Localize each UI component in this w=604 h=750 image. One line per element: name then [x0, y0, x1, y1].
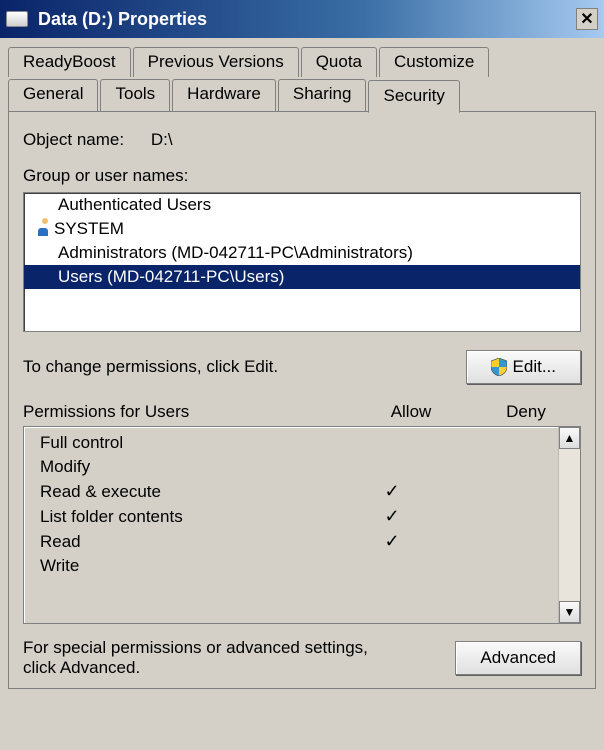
permission-name: Write [40, 556, 332, 576]
tab-quota[interactable]: Quota [301, 47, 377, 77]
permission-row: Full control [24, 431, 558, 455]
permissions-header: Permissions for Users Allow Deny [23, 402, 581, 422]
advanced-button[interactable]: Advanced [455, 641, 581, 675]
list-item[interactable]: Administrators (MD-042711-PC\Administrat… [24, 241, 580, 265]
users-icon [30, 197, 52, 213]
list-item-label: Administrators (MD-042711-PC\Administrat… [58, 243, 413, 263]
permission-row: Modify [24, 455, 558, 479]
group-users-label: Group or user names: [23, 166, 581, 186]
edit-button-label: Edit... [513, 357, 556, 377]
permission-name: Read [40, 532, 332, 552]
shield-icon [491, 358, 507, 376]
object-name-row: Object name: D:\ [23, 130, 581, 150]
tab-previous-versions[interactable]: Previous Versions [133, 47, 299, 77]
tab-tools[interactable]: Tools [100, 79, 170, 112]
list-item-label: SYSTEM [54, 219, 124, 239]
scroll-up-button[interactable]: ▲ [559, 427, 580, 449]
permissions-title: Permissions for Users [23, 402, 351, 422]
list-item-label: Users (MD-042711-PC\Users) [58, 267, 284, 287]
tab-customize[interactable]: Customize [379, 47, 489, 77]
window-title: Data (D:) Properties [38, 9, 207, 30]
permission-name: Modify [40, 457, 332, 477]
list-item-label: Authenticated Users [58, 195, 211, 215]
list-item[interactable]: Users (MD-042711-PC\Users) [24, 265, 580, 289]
titlebar: Data (D:) Properties ✕ [0, 0, 604, 38]
permission-row: Read & execute✓ [24, 479, 558, 504]
list-item[interactable]: SYSTEM [24, 217, 580, 241]
users-icon [30, 269, 52, 285]
permission-row: Read✓ [24, 529, 558, 554]
advanced-note: For special permissions or advanced sett… [23, 638, 403, 678]
tabstrip: ReadyBoostPrevious VersionsQuotaCustomiz… [8, 46, 596, 111]
tab-general[interactable]: General [8, 79, 98, 112]
permissions-listbox: Full controlModifyRead & execute✓List fo… [23, 426, 581, 624]
permission-row: Write [24, 554, 558, 578]
tab-security[interactable]: Security [368, 80, 459, 113]
advanced-button-label: Advanced [480, 648, 556, 668]
permission-name: Read & execute [40, 482, 332, 502]
tab-readyboost[interactable]: ReadyBoost [8, 47, 131, 77]
scrollbar[interactable]: ▲ ▼ [558, 427, 580, 623]
scroll-down-button[interactable]: ▼ [559, 601, 580, 623]
drive-icon [6, 11, 28, 27]
permission-allow: ✓ [332, 531, 452, 552]
object-name-label: Object name: [23, 130, 124, 149]
close-button[interactable]: ✕ [576, 8, 598, 30]
tab-hardware[interactable]: Hardware [172, 79, 276, 112]
permission-row: List folder contents✓ [24, 504, 558, 529]
tab-sharing[interactable]: Sharing [278, 79, 367, 112]
col-deny: Deny [471, 402, 581, 422]
permission-name: List folder contents [40, 507, 332, 527]
users-icon [30, 245, 52, 261]
user-icon [30, 221, 48, 237]
list-item[interactable]: Authenticated Users [24, 193, 580, 217]
col-allow: Allow [351, 402, 471, 422]
object-name-value: D:\ [151, 130, 173, 149]
permission-name: Full control [40, 433, 332, 453]
permission-allow: ✓ [332, 481, 452, 502]
edit-note: To change permissions, click Edit. [23, 357, 278, 377]
edit-button[interactable]: Edit... [466, 350, 581, 384]
security-panel: Object name: D:\ Group or user names: Au… [8, 111, 596, 689]
permission-allow: ✓ [332, 506, 452, 527]
group-users-listbox[interactable]: Authenticated Users SYSTEM Administrators … [23, 192, 581, 332]
